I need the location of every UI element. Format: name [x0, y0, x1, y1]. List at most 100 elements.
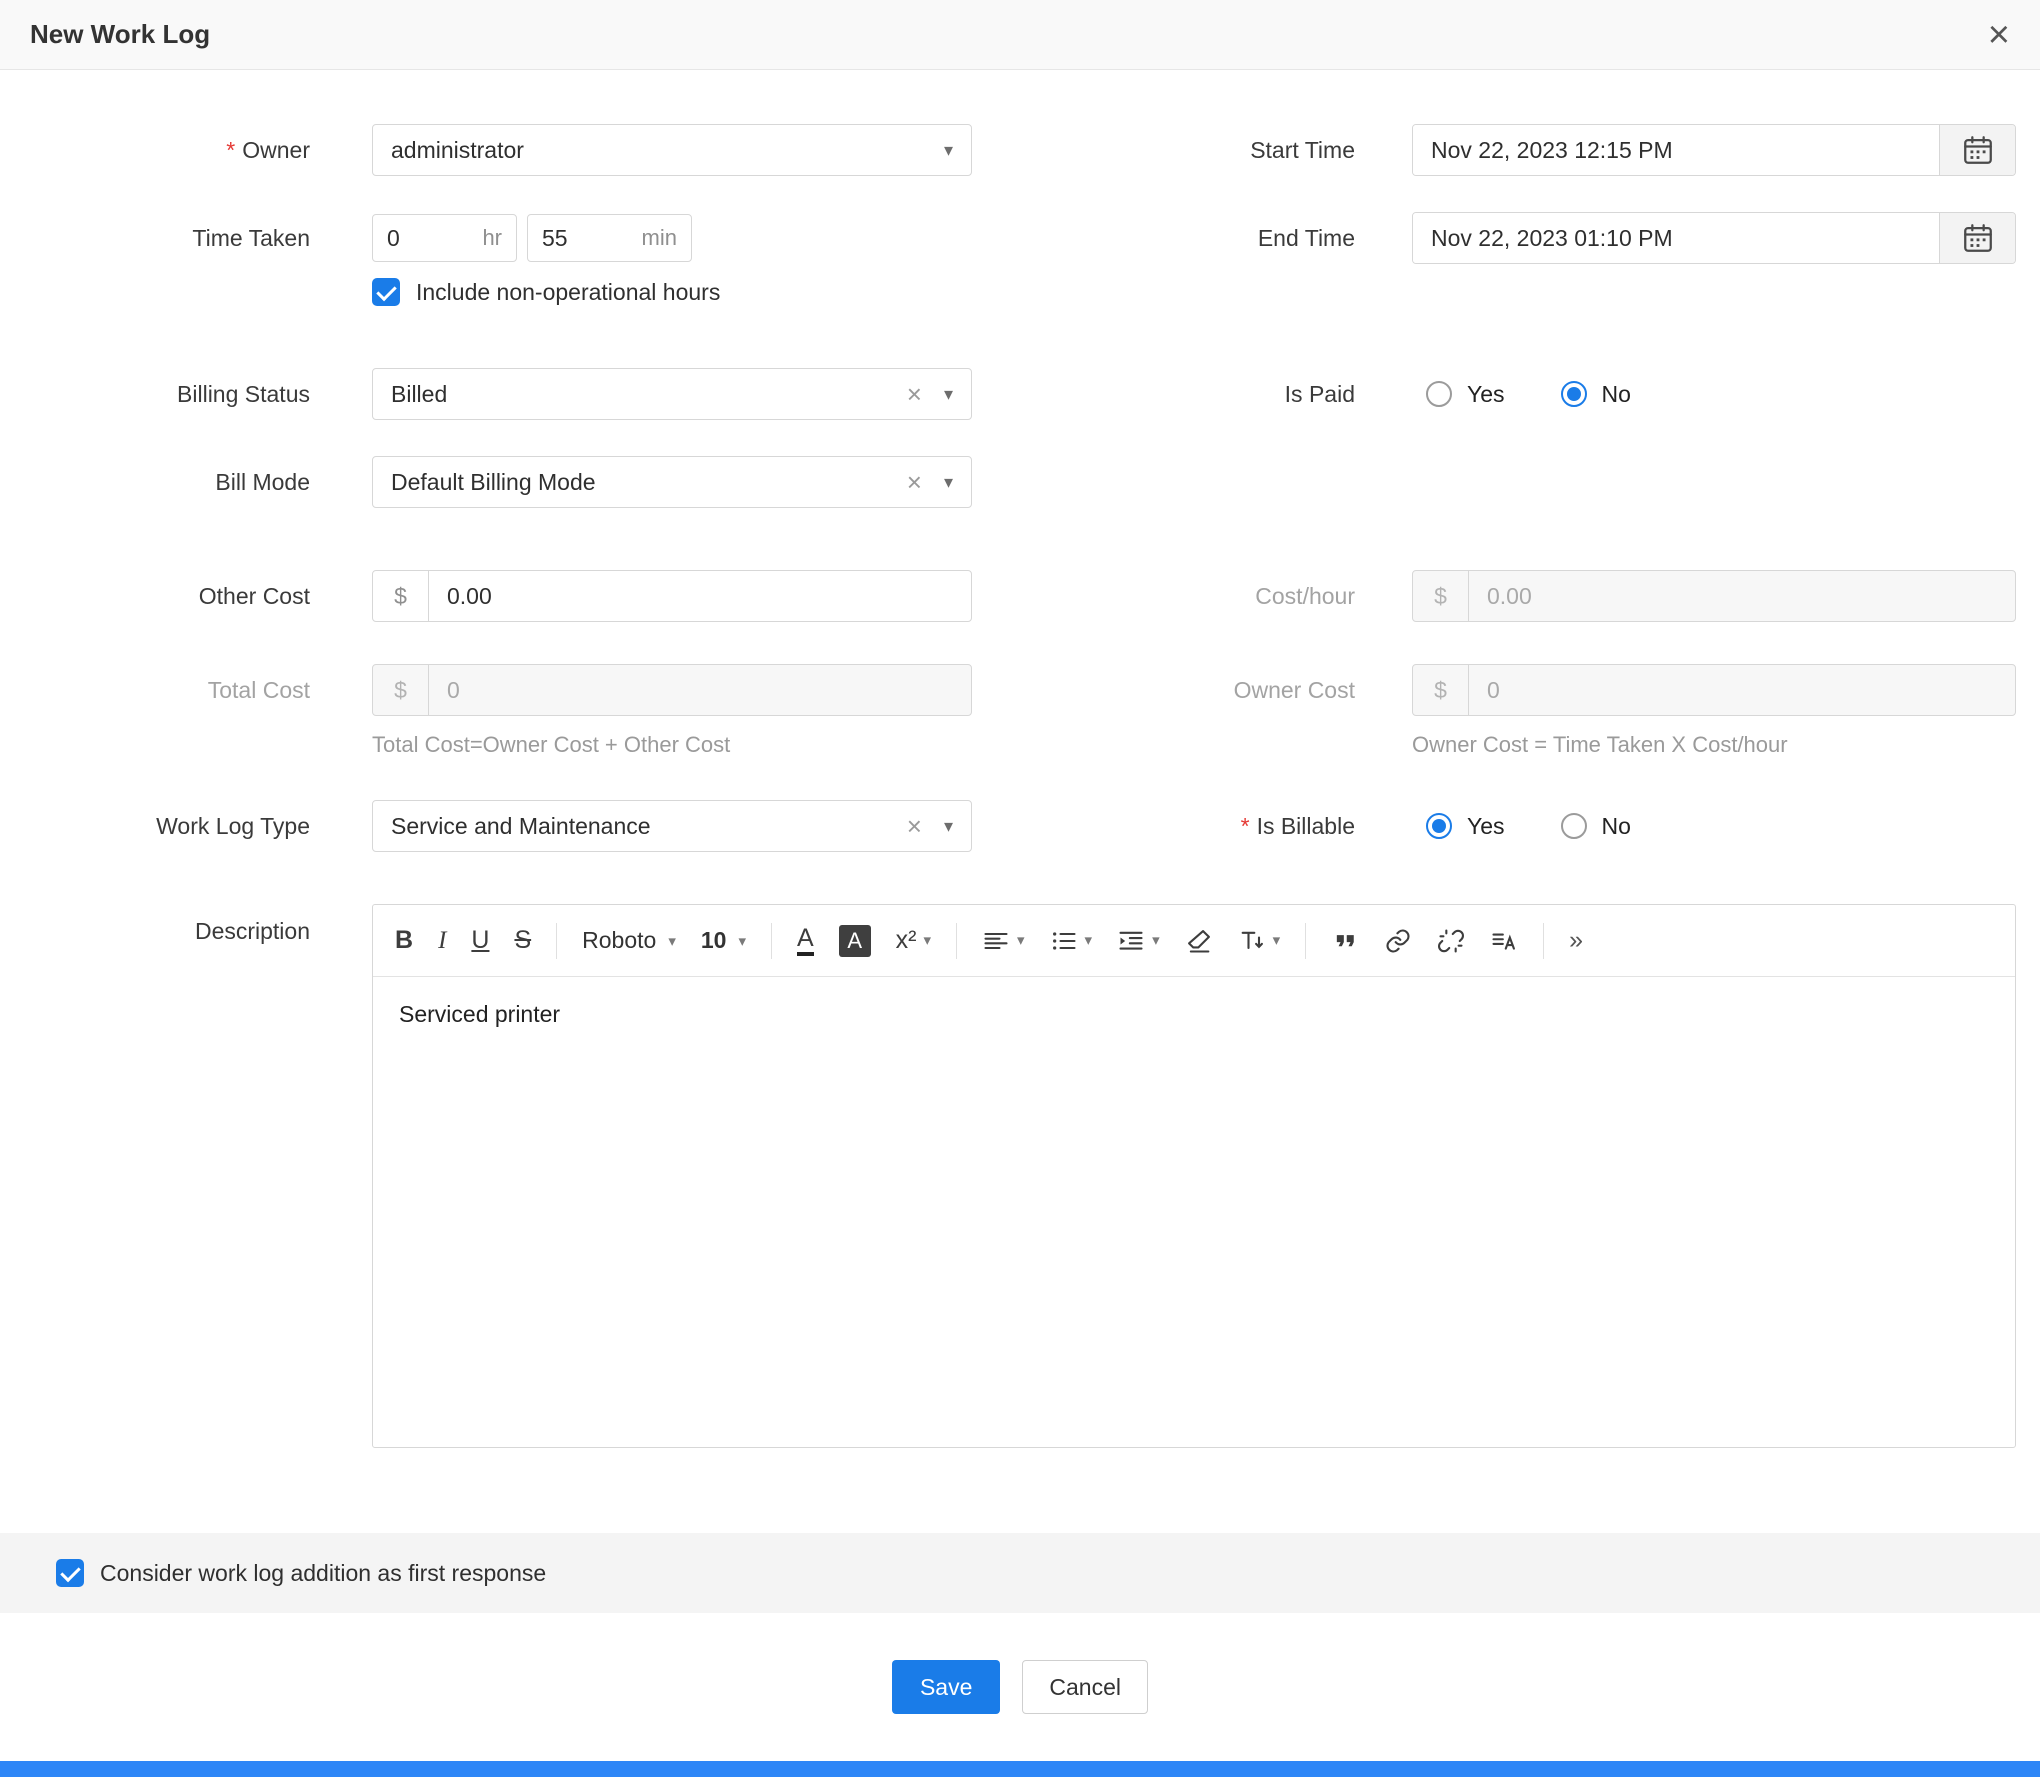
bill-mode-label: Bill Mode — [0, 469, 310, 496]
hours-input[interactable] — [387, 225, 445, 252]
first-response-checkbox[interactable] — [56, 1559, 84, 1587]
row-non-operational: Include non-operational hours — [0, 278, 2040, 306]
bold-button[interactable]: B — [395, 928, 413, 953]
minutes-input[interactable] — [542, 225, 600, 252]
underline-button[interactable]: U — [471, 928, 489, 953]
start-time-input[interactable] — [1413, 125, 1939, 175]
minutes-unit-label: min — [642, 225, 677, 251]
is-billable-yes-option[interactable]: Yes — [1426, 813, 1505, 840]
align-button[interactable]: ▾ — [982, 927, 1025, 955]
list-button[interactable]: ▾ — [1050, 927, 1093, 955]
font-size-select[interactable]: 10 ▾ — [701, 927, 746, 954]
chevron-down-icon: ▾ — [944, 473, 953, 491]
clear-icon[interactable]: × — [907, 469, 922, 495]
billing-status-value: Billed — [391, 381, 907, 408]
is-billable-no-option[interactable]: No — [1561, 813, 1631, 840]
row-hints: Total Cost=Owner Cost + Other Cost Owner… — [0, 732, 2040, 758]
quote-icon — [1331, 927, 1359, 955]
cancel-button[interactable]: Cancel — [1022, 1660, 1148, 1714]
remove-link-button[interactable] — [1437, 927, 1465, 955]
more-options-button[interactable]: » — [1569, 928, 1583, 953]
calendar-icon — [1961, 221, 1995, 255]
currency-icon: $ — [1413, 665, 1469, 715]
clear-icon[interactable]: × — [907, 381, 922, 407]
indent-icon — [1117, 927, 1145, 955]
new-work-log-dialog: New Work Log × *Owner administrator ▾ St… — [0, 0, 2040, 1777]
eraser-icon — [1185, 927, 1213, 955]
billing-status-select[interactable]: Billed × ▾ — [372, 368, 972, 420]
page-background-strip — [0, 1761, 2040, 1777]
is-paid-radio-group: Yes No — [1412, 381, 2016, 408]
non-operational-checkbox[interactable] — [372, 278, 400, 306]
chevron-down-icon: ▾ — [1017, 933, 1025, 948]
bill-mode-select[interactable]: Default Billing Mode × ▾ — [372, 456, 972, 508]
currency-icon: $ — [373, 571, 429, 621]
start-time-calendar-button[interactable] — [1939, 125, 2015, 175]
work-log-type-select[interactable]: Service and Maintenance × ▾ — [372, 800, 972, 852]
underline-icon: U — [471, 928, 489, 953]
text-down-icon — [1238, 927, 1266, 955]
owner-select[interactable]: administrator ▾ — [372, 124, 972, 176]
total-cost-label: Total Cost — [0, 677, 310, 704]
blockquote-button[interactable] — [1331, 927, 1359, 955]
currency-icon: $ — [373, 665, 429, 715]
close-icon[interactable]: × — [1988, 16, 2010, 54]
insert-link-button[interactable] — [1384, 927, 1412, 955]
font-color-button[interactable]: A — [797, 926, 814, 956]
other-cost-field: $ — [372, 570, 972, 622]
first-response-label: Consider work log addition as first resp… — [100, 1560, 546, 1587]
radio-checked-icon[interactable] — [1561, 381, 1587, 407]
is-paid-label: Is Paid — [972, 381, 1355, 408]
start-time-label: Start Time — [972, 137, 1355, 164]
required-asterisk: * — [226, 137, 235, 163]
is-paid-yes-option[interactable]: Yes — [1426, 381, 1505, 408]
calendar-icon — [1961, 133, 1995, 167]
row-description: Description B I U S Roboto ▾ 10 ▾ — [0, 904, 2040, 1448]
row-bill-mode: Bill Mode Default Billing Mode × ▾ — [0, 456, 2040, 508]
indent-button[interactable]: ▾ — [1117, 927, 1160, 955]
end-time-calendar-button[interactable] — [1939, 213, 2015, 263]
editor-toolbar: B I U S Roboto ▾ 10 ▾ A A — [373, 905, 2015, 977]
bold-icon: B — [395, 928, 413, 953]
chevron-down-icon: ▾ — [944, 385, 953, 403]
font-color-icon: A — [797, 926, 814, 956]
currency-icon: $ — [1413, 571, 1469, 621]
owner-cost-hint: Owner Cost = Time Taken X Cost/hour — [1412, 732, 1788, 758]
superscript-icon: x² — [896, 928, 917, 953]
row-totalcost-ownercost: Total Cost $ Owner Cost $ — [0, 664, 2040, 716]
description-label: Description — [0, 904, 310, 945]
rich-text-editor: B I U S Roboto ▾ 10 ▾ A A — [372, 904, 2016, 1448]
strikethrough-button[interactable]: S — [514, 928, 531, 953]
required-asterisk: * — [1241, 813, 1250, 839]
radio-unchecked-icon[interactable] — [1426, 381, 1452, 407]
align-left-icon — [982, 927, 1010, 955]
row-billing-ispaid: Billing Status Billed × ▾ Is Paid Yes — [0, 368, 2040, 420]
dialog-title: New Work Log — [30, 19, 210, 50]
chevron-down-icon: ▾ — [944, 141, 953, 159]
double-chevron-icon: » — [1569, 928, 1583, 953]
end-time-input[interactable] — [1413, 213, 1939, 263]
description-content[interactable]: Serviced printer — [373, 977, 2015, 1447]
italic-button[interactable]: I — [438, 928, 446, 953]
save-button[interactable]: Save — [892, 1660, 1000, 1714]
background-color-button[interactable]: A — [839, 925, 871, 957]
cost-per-hour-input — [1469, 571, 2015, 621]
superscript-button[interactable]: x²▾ — [896, 928, 931, 953]
font-family-select[interactable]: Roboto ▾ — [582, 927, 676, 954]
is-billable-radio-group: Yes No — [1412, 813, 2016, 840]
bullet-list-icon — [1050, 927, 1078, 955]
special-format-button[interactable] — [1490, 927, 1518, 955]
other-cost-input[interactable] — [429, 571, 971, 621]
clear-icon[interactable]: × — [907, 813, 922, 839]
text-insert-button[interactable]: ▾ — [1238, 927, 1281, 955]
radio-checked-icon[interactable] — [1426, 813, 1452, 839]
is-paid-no-option[interactable]: No — [1561, 381, 1631, 408]
chevron-down-icon: ▾ — [944, 817, 953, 835]
end-time-group — [1412, 212, 2016, 264]
hours-unit-label: hr — [482, 225, 502, 251]
radio-unchecked-icon[interactable] — [1561, 813, 1587, 839]
owner-cost-input — [1469, 665, 2015, 715]
cost-per-hour-label: Cost/hour — [972, 583, 1355, 610]
toolbar-separator — [771, 923, 772, 959]
clear-format-button[interactable] — [1185, 927, 1213, 955]
